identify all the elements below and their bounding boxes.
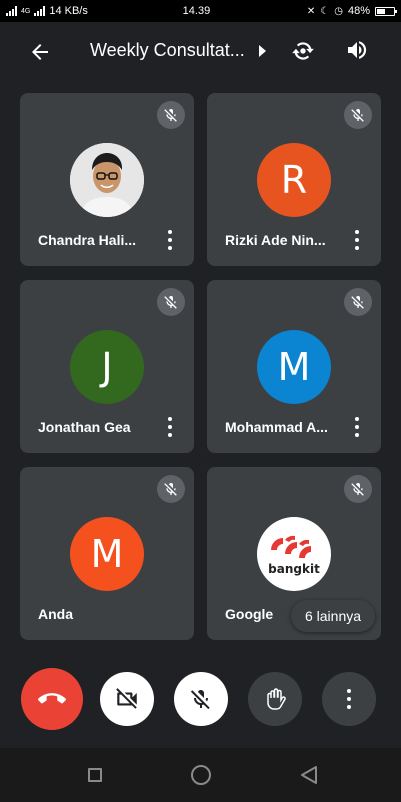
more-vertical-icon[interactable]: [353, 230, 361, 250]
more-participants-chip[interactable]: 6 lainnya: [291, 600, 375, 632]
mic-toggle-button[interactable]: [174, 672, 228, 726]
battery-percent: 48%: [347, 5, 370, 17]
network-type: 4G: [21, 7, 31, 15]
more-vertical-icon: [345, 689, 353, 709]
participant-tile-self[interactable]: M Anda: [20, 467, 194, 640]
participant-name: Rizki Ade Nin...: [225, 232, 326, 248]
meeting-title: Weekly Consultat...: [90, 40, 245, 60]
nav-back-icon[interactable]: [300, 765, 318, 785]
system-nav-bar: [0, 748, 401, 802]
participant-name: Mohammad A...: [225, 419, 328, 435]
participant-name: Chandra Hali...: [38, 232, 137, 248]
mic-off-icon: [157, 475, 185, 503]
hand-icon: [267, 688, 286, 710]
back-arrow-icon[interactable]: [28, 40, 52, 64]
signal-icon: [6, 6, 17, 16]
alarm-icon: ◷: [334, 5, 343, 17]
mic-off-icon: [344, 475, 372, 503]
video-off-icon: [116, 688, 137, 709]
avatar: J: [70, 330, 144, 404]
status-bar: 4G 14 KB/s 14.39 ✕ ☾ ◷ 48%: [0, 0, 401, 22]
avatar: R: [257, 143, 331, 217]
silent-icon: ✕: [306, 5, 316, 17]
switch-camera-icon[interactable]: [290, 38, 316, 64]
more-vertical-icon[interactable]: [166, 417, 174, 437]
avatar: M: [70, 517, 144, 591]
caret-right-icon: [258, 44, 266, 57]
bangkit-logo-avatar: bangkit: [257, 517, 331, 591]
network-speed: 14 KB/s: [49, 5, 88, 17]
home-icon[interactable]: [191, 765, 211, 785]
more-options-button[interactable]: [322, 672, 376, 726]
participant-tile[interactable]: Chandra Hali...: [20, 93, 194, 266]
participant-name: Anda: [38, 606, 73, 622]
signal-icon-2: [34, 6, 46, 16]
bangkit-logo-icon: [271, 535, 311, 558]
raise-hand-button[interactable]: [248, 672, 302, 726]
mic-off-icon: [344, 288, 372, 316]
mic-off-icon: [344, 101, 372, 129]
phone-hangup-icon: [38, 693, 66, 704]
more-vertical-icon[interactable]: [353, 417, 361, 437]
clock: 14.39: [182, 5, 211, 17]
moon-icon: ☾: [320, 5, 330, 17]
participant-tile[interactable]: R Rizki Ade Nin...: [207, 93, 381, 266]
recents-icon[interactable]: [88, 768, 102, 782]
avatar: M: [257, 330, 331, 404]
mic-off-icon: [190, 689, 210, 710]
avatar-photo: [70, 143, 144, 217]
battery-icon: [375, 6, 397, 16]
participant-name: Jonathan Gea: [38, 419, 131, 435]
end-call-button[interactable]: [21, 668, 83, 730]
speaker-icon[interactable]: [345, 38, 369, 62]
top-bar: Weekly Consultat...: [0, 22, 401, 82]
meeting-title-button[interactable]: Weekly Consultat...: [90, 40, 266, 61]
participant-tile[interactable]: J Jonathan Gea: [20, 280, 194, 453]
participant-tile[interactable]: M Mohammad A...: [207, 280, 381, 453]
logo-text: bangkit: [268, 562, 320, 576]
mic-off-icon: [157, 288, 185, 316]
more-vertical-icon[interactable]: [166, 230, 174, 250]
video-toggle-button[interactable]: [100, 672, 154, 726]
mic-off-icon: [157, 101, 185, 129]
